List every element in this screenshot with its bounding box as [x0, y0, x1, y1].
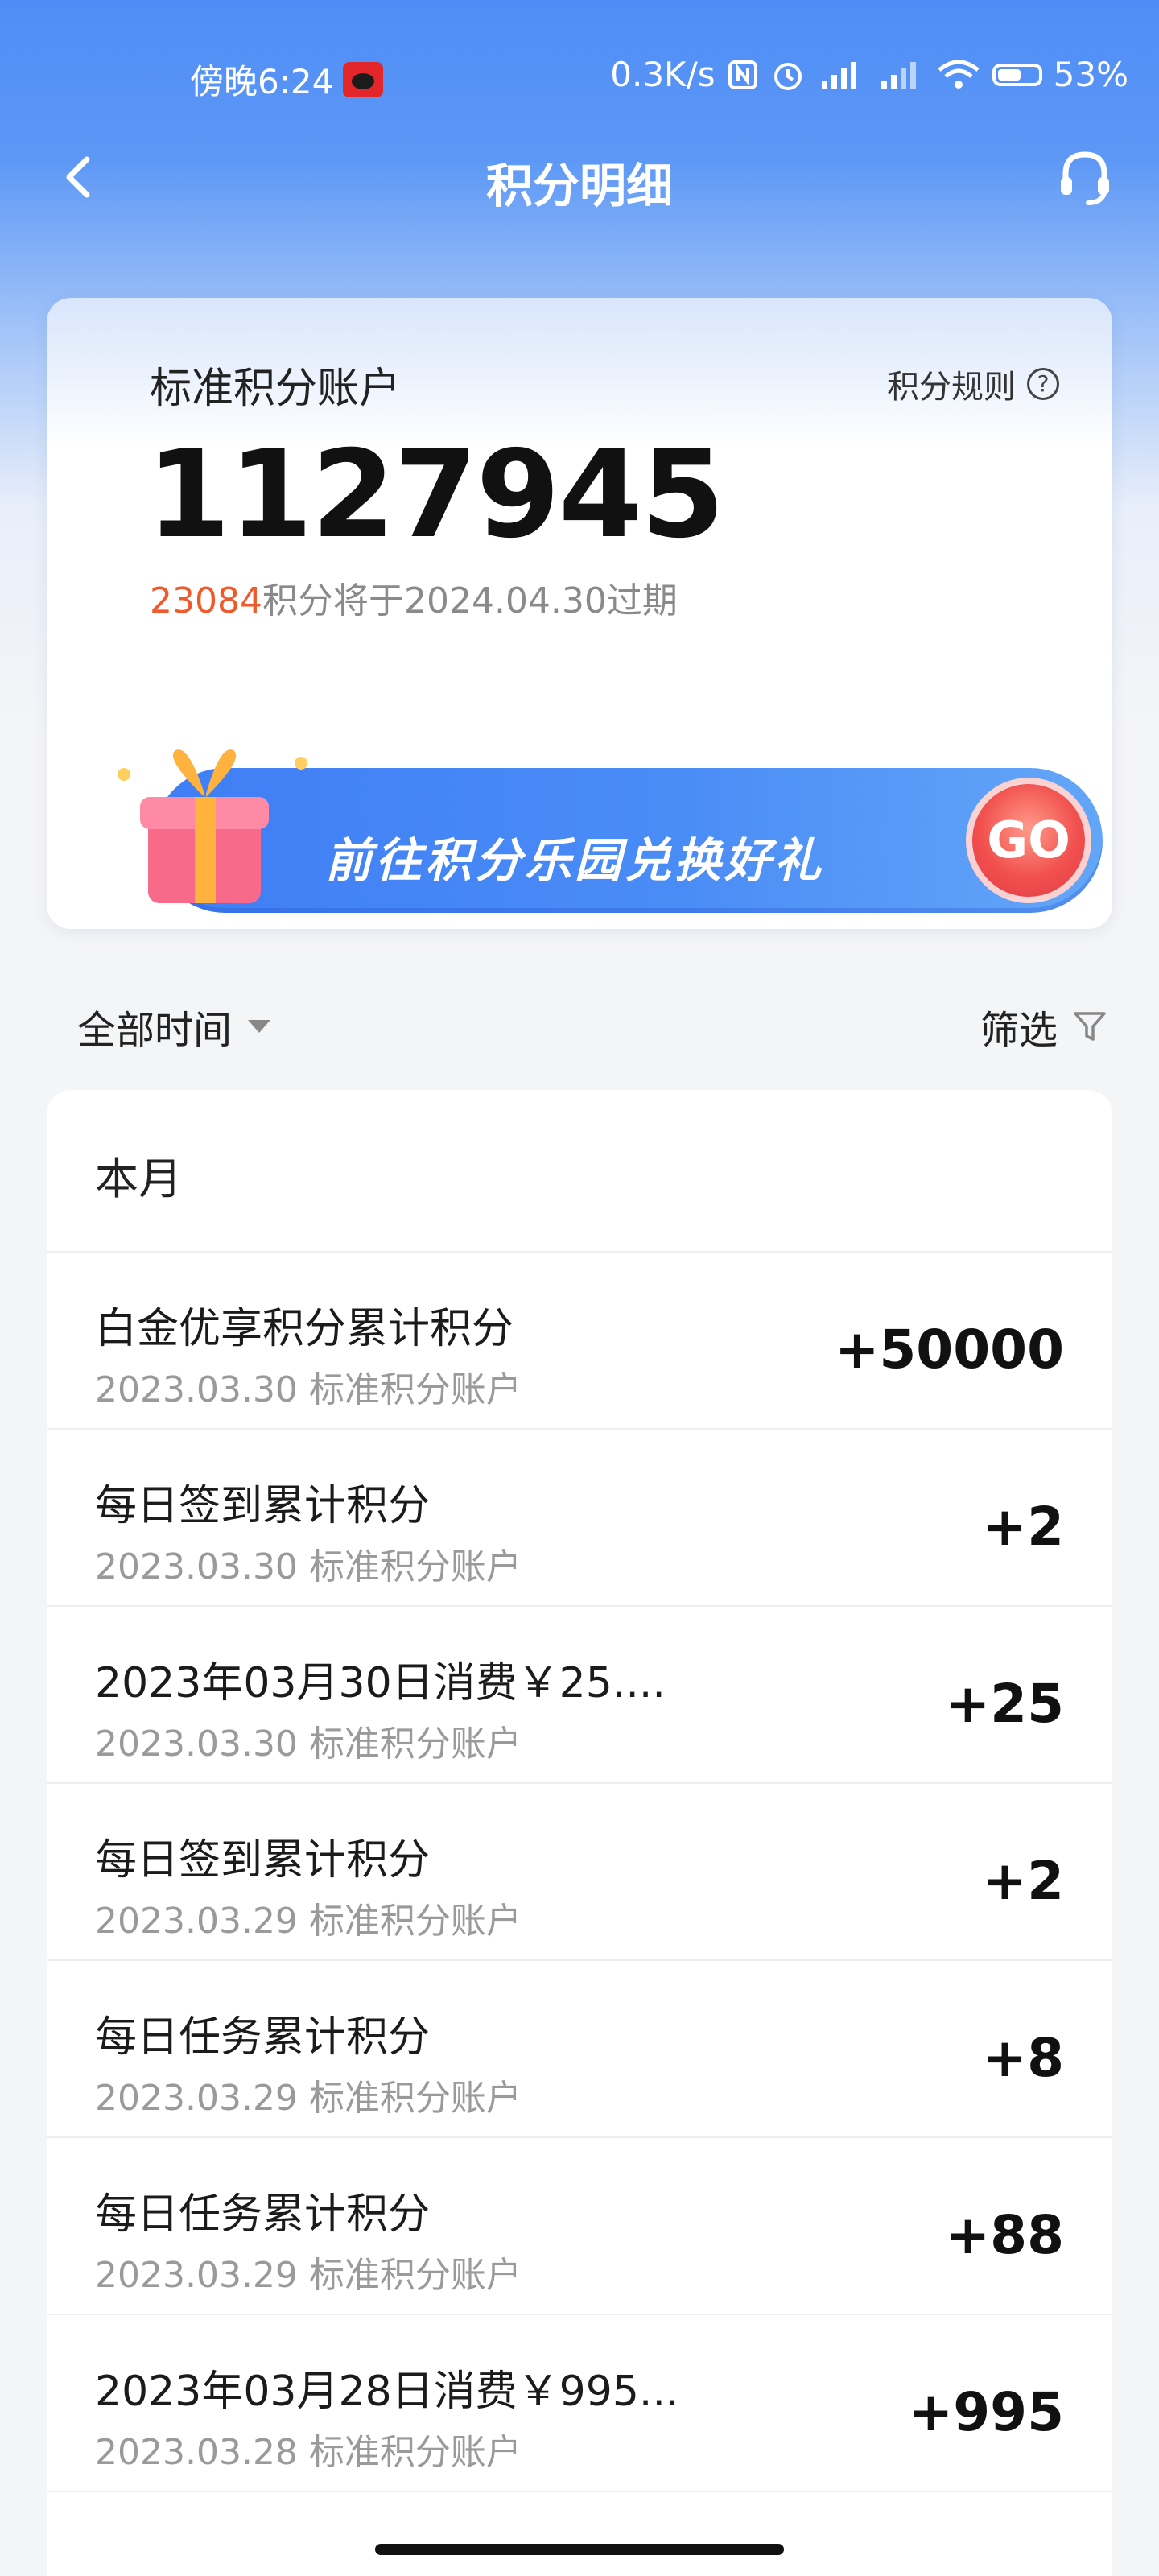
go-button[interactable]: GO: [966, 778, 1091, 903]
battery-icon: [992, 63, 1042, 86]
time-filter-dropdown[interactable]: 全部时间: [77, 998, 271, 1055]
nfc-icon: [728, 60, 757, 89]
month-header: 本月: [95, 1154, 182, 1204]
headset-icon[interactable]: [1051, 143, 1119, 211]
filter-row: 全部时间 筛选: [0, 987, 1159, 1059]
time-filter-label: 全部时间: [77, 1008, 233, 1053]
points-rules-link[interactable]: 积分规则 ?: [887, 361, 1059, 407]
points-records-card: 本月 白金优享积分累计积分 2023.03.30 标准积分账户 +50000 每日签到…: [47, 1090, 1112, 2576]
record-meta: 2023.03.30 标准积分账户: [95, 1715, 522, 1766]
record-title: 2023年03月30日消费￥25....: [95, 1659, 666, 1707]
record-row[interactable]: 每日任务累计积分 2023.03.29 标准积分账户 +88: [47, 2138, 1112, 2315]
record-amount: +2: [982, 1850, 1064, 1912]
record-meta: 2023.03.30 标准积分账户: [95, 1360, 522, 1412]
record-amount: +995: [908, 2381, 1064, 2443]
gift-box-icon: [118, 749, 307, 903]
signal-hd-1-icon: [821, 61, 856, 89]
tmall-notification-icon: [343, 61, 384, 97]
nav-bar: 积分明细: [0, 137, 1159, 217]
points-park-banner[interactable]: 前往积分乐园兑换好礼 GO: [108, 726, 1106, 913]
account-title: 标准积分账户: [150, 365, 402, 413]
home-indicator[interactable]: [375, 2544, 784, 2555]
record-amount: +50000: [835, 1319, 1064, 1381]
net-speed: 0.3K/s: [610, 55, 716, 94]
record-row[interactable]: 2023年03月28日消费￥995... 2023.03.28 标准积分账户 +99…: [47, 2315, 1112, 2492]
wifi-icon: [938, 60, 980, 89]
expiring-points-text: 积分将于2024.04.30过期: [262, 580, 678, 621]
expiring-points-line: 23084积分将于2024.04.30过期: [150, 572, 678, 623]
record-account: 标准积分账户: [308, 1546, 522, 1587]
record-row[interactable]: 每日签到累计积分 2023.03.30 标准积分账户 +2: [47, 1430, 1112, 1607]
record-list: 白金优享积分累计积分 2023.03.30 标准积分账户 +50000 每日签到累计积…: [47, 1253, 1112, 2492]
record-row[interactable]: 每日签到累计积分 2023.03.29 标准积分账户 +2: [47, 1784, 1112, 1961]
record-account: 标准积分账户: [308, 1901, 522, 1942]
points-rules-label: 积分规则: [887, 369, 1016, 406]
record-account: 标准积分账户: [308, 1369, 522, 1410]
funnel-icon: [1074, 1012, 1106, 1041]
status-right: 0.3K/s 53%: [610, 55, 1128, 94]
record-title: 白金优享积分累计积分: [95, 1305, 514, 1353]
record-date: 2023.03.28: [95, 2432, 298, 2473]
record-amount: +2: [982, 1496, 1064, 1558]
record-amount: +25: [945, 1673, 1064, 1735]
record-account: 标准积分账户: [308, 1724, 522, 1765]
record-date: 2023.03.29: [95, 2255, 298, 2296]
record-date: 2023.03.30: [95, 1546, 298, 1587]
record-amount: +88: [945, 2204, 1064, 2266]
question-circle-icon: ?: [1027, 368, 1059, 400]
record-meta: 2023.03.29 标准积分账户: [95, 1892, 522, 1943]
record-date: 2023.03.30: [95, 1369, 298, 1410]
points-balance: 1127945: [146, 425, 725, 565]
status-bar: 傍晚6:24 0.3K/s 53%: [0, 48, 1159, 105]
record-title: 每日签到累计积分: [95, 1482, 431, 1530]
record-amount: +8: [982, 2027, 1064, 2089]
status-time: 傍晚6:24: [190, 62, 334, 101]
record-meta: 2023.03.28 标准积分账户: [95, 2423, 522, 2475]
record-row[interactable]: 2023年03月30日消费￥25.... 2023.03.30 标准积分账户 +25: [47, 1607, 1112, 1784]
record-meta: 2023.03.29 标准积分账户: [95, 2069, 522, 2120]
record-date: 2023.03.29: [95, 1901, 298, 1942]
filter-button[interactable]: 筛选: [980, 998, 1107, 1055]
record-row[interactable]: 白金优享积分累计积分 2023.03.30 标准积分账户 +50000: [47, 1253, 1112, 1430]
points-account-card: 标准积分账户 积分规则 ? 1127945 23084积分将于2024.04.3…: [47, 298, 1112, 929]
record-title: 每日任务累计积分: [95, 2190, 431, 2239]
promo-text: 前往积分乐园兑换好礼: [325, 833, 825, 888]
record-account: 标准积分账户: [308, 2255, 522, 2296]
record-meta: 2023.03.29 标准积分账户: [95, 2246, 522, 2297]
caret-down-icon: [248, 1020, 271, 1033]
record-title: 每日签到累计积分: [95, 1836, 431, 1885]
record-title: 每日任务累计积分: [95, 2013, 431, 2062]
expiring-points-amount: 23084: [150, 580, 262, 621]
filter-label: 筛选: [980, 1008, 1058, 1053]
record-account: 标准积分账户: [308, 2078, 522, 2119]
record-meta: 2023.03.30 标准积分账户: [95, 1538, 522, 1589]
alarm-icon: [773, 62, 802, 90]
signal-hd-2-icon: [881, 61, 916, 89]
page-title: 积分明细: [485, 159, 673, 213]
status-left: 傍晚6:24: [190, 55, 384, 104]
record-row[interactable]: 每日任务累计积分 2023.03.29 标准积分账户 +8: [47, 1961, 1112, 2138]
record-date: 2023.03.29: [95, 2078, 298, 2119]
battery-percent: 53%: [1053, 55, 1128, 94]
record-date: 2023.03.30: [95, 1724, 298, 1765]
record-title: 2023年03月28日消费￥995...: [95, 2368, 679, 2416]
record-account: 标准积分账户: [308, 2432, 522, 2473]
